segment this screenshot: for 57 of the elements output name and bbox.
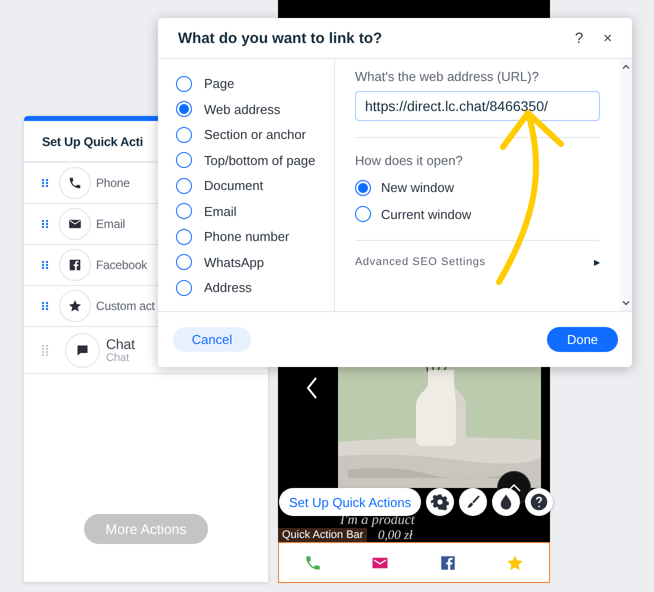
star-icon	[68, 299, 82, 313]
chat-bubble-icon	[75, 342, 90, 358]
radio-option[interactable]: New window	[355, 178, 454, 198]
advanced-seo-settings-link[interactable]: Advanced SEO Settings	[355, 256, 486, 268]
drag-handle-icon[interactable]	[42, 302, 48, 310]
done-button[interactable]: Done	[547, 327, 618, 352]
action-subtitle: Chat	[106, 352, 130, 364]
radio-button[interactable]	[176, 280, 192, 296]
radio-button[interactable]	[355, 206, 371, 222]
help-icon	[530, 493, 548, 511]
open-label: How does it open?	[355, 153, 464, 168]
settings-icon	[431, 493, 450, 511]
radio-button[interactable]	[176, 76, 192, 92]
phone-icon[interactable]	[304, 554, 322, 572]
star-icon[interactable]	[506, 554, 524, 572]
drag-handle-icon[interactable]	[42, 179, 48, 187]
action-label: Facebook	[96, 258, 148, 272]
radio-option[interactable]: Email	[158, 202, 237, 221]
url-label: What's the web address (URL)?	[355, 69, 540, 84]
radio-button[interactable]	[176, 152, 192, 168]
brush-icon	[465, 494, 482, 510]
action-label: Chat	[106, 336, 135, 352]
phone-icon	[68, 176, 82, 190]
drag-handle-icon[interactable]	[42, 261, 48, 269]
scroll-down-icon[interactable]	[622, 301, 630, 306]
cancel-button[interactable]: Cancel	[173, 327, 251, 352]
radio-button[interactable]	[176, 126, 192, 143]
radio-button[interactable]	[176, 101, 192, 118]
scroll-up-icon[interactable]	[622, 64, 630, 69]
radio-button[interactable]	[176, 203, 192, 220]
radio-button[interactable]	[176, 254, 192, 270]
setup-quick-actions-button[interactable]: Set Up Quick Actions	[279, 488, 422, 516]
action-label: Phone	[96, 176, 130, 190]
drag-handle-icon[interactable]	[42, 220, 48, 228]
section-label: Quick Action Bar	[278, 528, 368, 542]
drag-handle-icon[interactable]	[42, 344, 48, 356]
radio-option[interactable]: Current window	[355, 204, 472, 224]
radio-option[interactable]: WhatsApp	[158, 252, 264, 272]
facebook-icon	[68, 258, 82, 272]
product-price: 0,00 zł	[378, 527, 413, 543]
scrollbar[interactable]	[620, 59, 632, 311]
radio-option[interactable]: Web address	[158, 100, 280, 119]
dialog-title: What do you want to link to?	[178, 30, 384, 46]
envelope-icon	[68, 217, 82, 231]
radio-button[interactable]	[355, 180, 371, 196]
radio-option[interactable]: Page	[158, 74, 234, 94]
help-button[interactable]: ?	[568, 30, 590, 46]
radio-button[interactable]	[176, 228, 192, 245]
back-chevron-icon[interactable]	[306, 377, 318, 399]
radio-option[interactable]: Document	[158, 176, 264, 196]
facebook-icon[interactable]	[438, 554, 457, 572]
expand-arrow[interactable]: ▶	[594, 258, 600, 266]
radio-button[interactable]	[176, 178, 192, 194]
action-label: Email	[96, 217, 126, 231]
action-label: Custom act	[96, 299, 155, 313]
url-field[interactable]: https://direct.lc.chat/8466350/	[355, 91, 600, 121]
close-button[interactable]: ×	[597, 30, 618, 46]
